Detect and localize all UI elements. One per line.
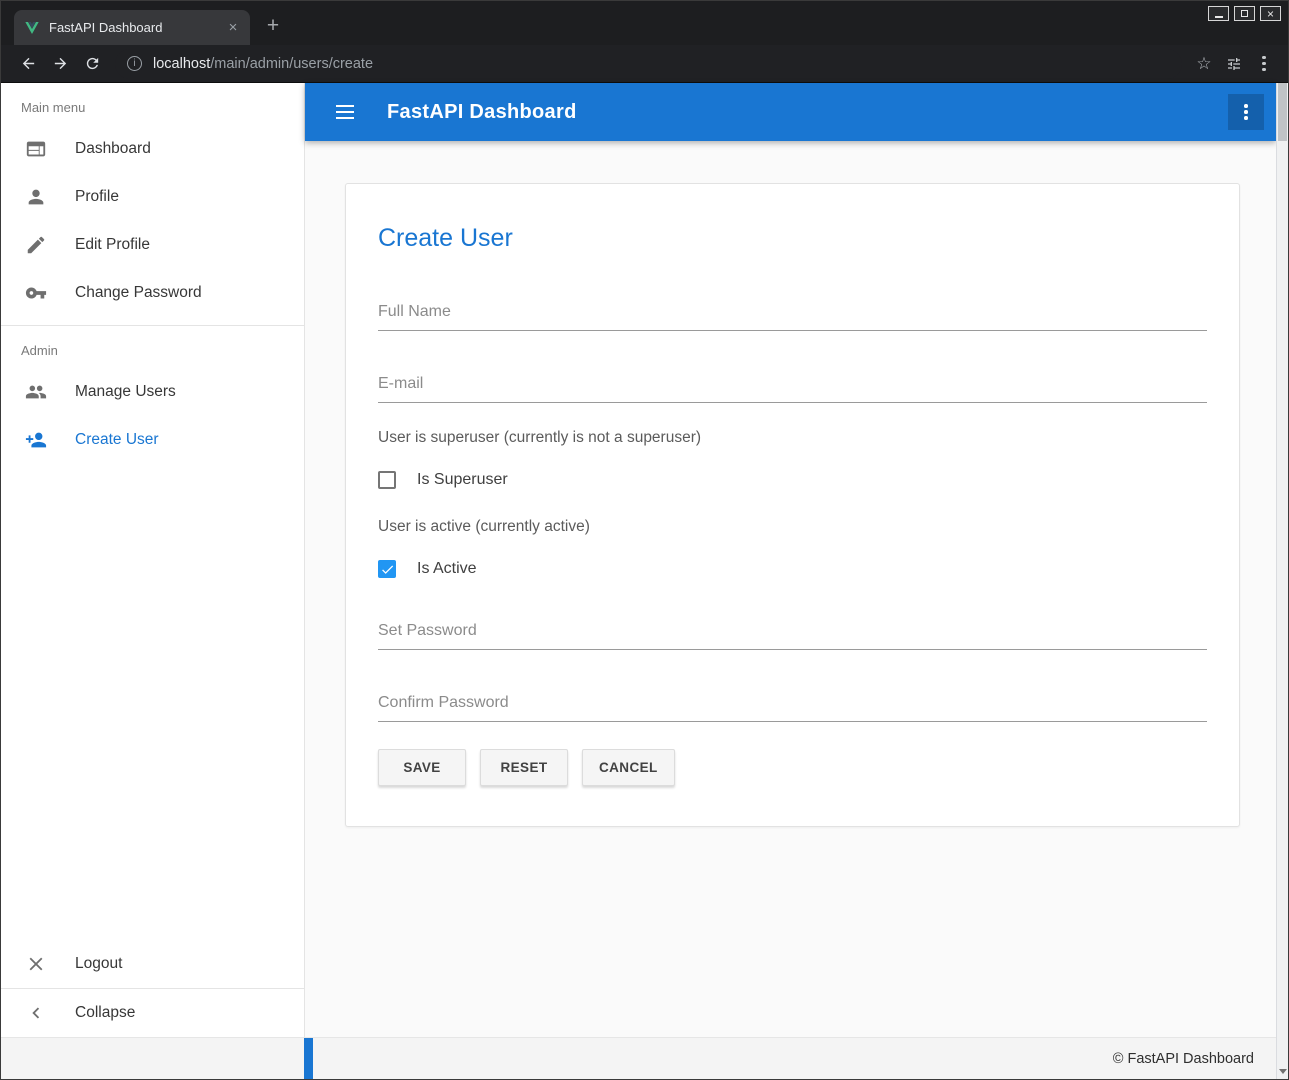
sidebar: Main menu Dashboard Profile Edit Profile… — [1, 83, 305, 1037]
back-arrow-icon — [20, 55, 37, 72]
reload-button[interactable] — [77, 49, 107, 79]
sidebar-item-label: Dashboard — [75, 140, 151, 158]
url-text: localhost/main/admin/users/create — [153, 56, 373, 72]
menu-toggle-button[interactable] — [325, 92, 365, 132]
kebab-menu-icon — [1262, 62, 1266, 66]
people-icon — [25, 381, 47, 403]
sidebar-item-manage-users[interactable]: Manage Users — [1, 368, 304, 416]
reset-button[interactable]: RESET — [480, 749, 568, 786]
person-icon — [25, 186, 47, 208]
page: Main menu Dashboard Profile Edit Profile… — [1, 83, 1288, 1079]
sidebar-item-create-user[interactable]: Create User — [1, 416, 304, 464]
page-info-icon[interactable]: i — [127, 56, 142, 71]
app-bar: FastAPI Dashboard — [305, 83, 1276, 141]
sidebar-item-label: Change Password — [75, 284, 202, 302]
active-checkbox-row: Is Active — [378, 560, 1207, 578]
tab-close-icon[interactable]: × — [224, 19, 242, 37]
sidebar-item-label: Collapse — [75, 1004, 135, 1022]
superuser-checkbox-row: Is Superuser — [378, 471, 1207, 489]
full-name-field[interactable]: Full Name — [378, 303, 1207, 331]
appbar-menu-button[interactable] — [1228, 94, 1264, 130]
new-tab-button[interactable]: + — [258, 12, 288, 42]
sidebar-item-profile[interactable]: Profile — [1, 173, 304, 221]
superuser-note: User is superuser (currently is not a su… — [378, 429, 1207, 447]
hamburger-icon — [336, 111, 354, 113]
minimize-button[interactable] — [1208, 6, 1229, 21]
window-close-button[interactable]: × — [1260, 6, 1281, 21]
window-close-icon: × — [1267, 8, 1274, 20]
sidebar-item-label: Create User — [75, 431, 159, 449]
sidebar-item-edit-profile[interactable]: Edit Profile — [1, 221, 304, 269]
forward-arrow-icon — [52, 55, 69, 72]
url-path: /main/admin/users/create — [210, 56, 373, 72]
footer-accent — [304, 1038, 313, 1079]
is-superuser-label: Is Superuser — [417, 471, 508, 489]
close-icon — [25, 953, 47, 975]
sidebar-item-label: Manage Users — [75, 383, 176, 401]
pencil-icon — [25, 234, 47, 256]
browser-tab[interactable]: FastAPI Dashboard × — [14, 10, 250, 45]
chevron-left-icon — [25, 1002, 47, 1024]
sidebar-item-change-password[interactable]: Change Password — [1, 269, 304, 317]
person-add-icon — [25, 429, 47, 451]
page-title: Create User — [378, 224, 1207, 253]
scrollbar-down-arrow[interactable] — [1279, 1069, 1287, 1074]
extensions-button[interactable] — [1220, 50, 1248, 78]
is-active-label: Is Active — [417, 560, 477, 578]
browser-window: FastAPI Dashboard × + × i localhost/main… — [0, 0, 1289, 1080]
form-buttons: SAVE RESET CANCEL — [378, 749, 1207, 786]
full-name-label: Full Name — [378, 303, 451, 320]
bookmark-star-icon[interactable]: ☆ — [1190, 54, 1218, 74]
extensions-icon — [1226, 56, 1242, 72]
sidebar-item-label: Logout — [75, 955, 122, 973]
maximize-icon — [1241, 10, 1248, 17]
vue-logo-icon — [24, 20, 40, 36]
scrollbar-thumb[interactable] — [1278, 83, 1287, 141]
copyright-text: © FastAPI Dashboard — [1113, 1051, 1254, 1067]
tab-title: FastAPI Dashboard — [49, 20, 215, 35]
set-password-field[interactable]: Set Password — [378, 622, 1207, 650]
minimize-icon — [1215, 16, 1223, 18]
forward-button[interactable] — [45, 49, 75, 79]
cancel-button[interactable]: CANCEL — [582, 749, 675, 786]
set-password-label: Set Password — [378, 622, 477, 639]
confirm-password-field[interactable]: Confirm Password — [378, 694, 1207, 722]
url-host: localhost — [153, 56, 210, 72]
is-active-checkbox[interactable] — [378, 560, 396, 578]
dashboard-icon — [25, 138, 47, 160]
email-label: E-mail — [378, 375, 423, 392]
tab-strip: FastAPI Dashboard × + × — [1, 1, 1288, 45]
save-button[interactable]: SAVE — [378, 749, 466, 786]
sidebar-item-logout[interactable]: Logout — [1, 940, 304, 988]
email-field[interactable]: E-mail — [378, 375, 1207, 403]
maximize-button[interactable] — [1234, 6, 1255, 21]
active-note: User is active (currently active) — [378, 518, 1207, 536]
app-footer: © FastAPI Dashboard — [1, 1037, 1288, 1079]
sidebar-item-collapse[interactable]: Collapse — [1, 989, 304, 1037]
sidebar-section-main-menu: Main menu — [1, 83, 304, 125]
content-area: Create User Full Name E-mail User is sup… — [305, 141, 1276, 1037]
browser-menu-button[interactable] — [1250, 50, 1278, 78]
is-superuser-checkbox[interactable] — [378, 471, 396, 489]
check-icon — [380, 562, 395, 577]
confirm-password-label: Confirm Password — [378, 694, 509, 711]
sidebar-section-admin: Admin — [1, 326, 304, 368]
reload-icon — [84, 55, 101, 72]
main-area: FastAPI Dashboard Create User Full Name … — [305, 83, 1276, 1037]
sidebar-spacer — [1, 464, 304, 940]
key-icon — [25, 282, 47, 304]
sidebar-item-dashboard[interactable]: Dashboard — [1, 125, 304, 173]
kebab-menu-icon — [1244, 110, 1248, 114]
window-controls: × — [1208, 6, 1281, 21]
browser-toolbar: i localhost/main/admin/users/create ☆ — [1, 45, 1288, 83]
appbar-title: FastAPI Dashboard — [387, 101, 1228, 124]
back-button[interactable] — [13, 49, 43, 79]
vertical-scrollbar[interactable] — [1276, 83, 1288, 1079]
sidebar-item-label: Profile — [75, 188, 119, 206]
sidebar-item-label: Edit Profile — [75, 236, 150, 254]
create-user-card: Create User Full Name E-mail User is sup… — [345, 183, 1240, 827]
address-bar[interactable]: i localhost/main/admin/users/create — [115, 49, 1182, 79]
